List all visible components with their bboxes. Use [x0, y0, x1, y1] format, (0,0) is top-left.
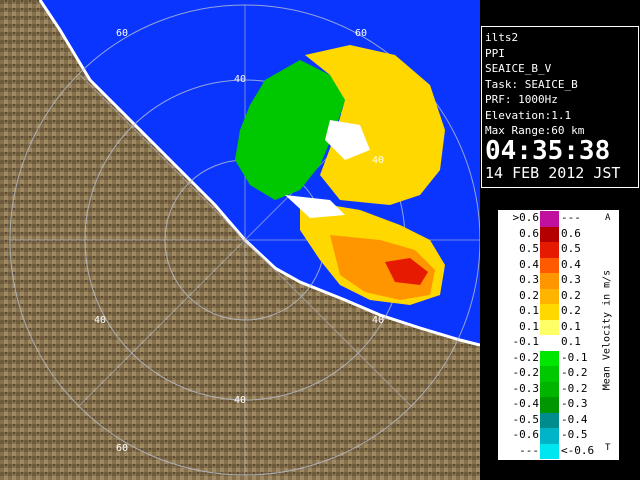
legend-value-left: -0.2 [512, 366, 540, 379]
task-name: Task: SEAICE_B [485, 77, 578, 91]
legend-row: >0.6 --- [499, 211, 618, 227]
elevation-value: Elevation:1.1 [485, 108, 572, 122]
legend-value-left: -0.3 [512, 381, 540, 395]
legend-swatch [540, 242, 559, 258]
legend-swatch [540, 381, 559, 397]
radar-ppi-display: 60 60 40 40 40 40 40 60 [0, 0, 480, 480]
legend-value-right: --- [561, 211, 581, 224]
legend-value-left: 0.6 [519, 226, 539, 240]
legend-value-left: 0.4 [519, 257, 539, 271]
legend-value-right: 0.6 [561, 226, 581, 240]
legend-swatch [540, 226, 559, 242]
legend-swatch [540, 412, 559, 428]
ring-label: 60 [116, 443, 128, 454]
ring-label: 60 [116, 28, 128, 39]
ring-label: 40 [372, 155, 384, 166]
legend-value-right: 0.5 [561, 242, 581, 255]
legend-swatch [540, 257, 559, 273]
legend-row: -0.6 -0.5 [499, 428, 618, 444]
legend-value-right: -0.4 [561, 412, 588, 426]
legend-swatch [540, 211, 559, 227]
legend-value-left: 0.3 [519, 273, 539, 286]
legend-swatch [540, 273, 559, 289]
velocity-legend: >0.6 --- 0.6 0.6 0.5 0.5 0.4 0.4 0.3 0.3 0.2 0.2 0.1… [498, 210, 619, 460]
legend-value-right: <-0.6 [561, 443, 595, 457]
legend-value-right: -0.5 [561, 428, 588, 441]
legend-value-right: -0.1 [561, 350, 588, 364]
legend-swatch [540, 304, 559, 320]
legend-title: Mean Velocity in m/s [598, 235, 616, 425]
legend-corner-bottom: T [605, 443, 611, 453]
ring-label: 60 [355, 28, 367, 39]
ring-label: 40 [372, 315, 384, 326]
legend-value-left: 0.1 [519, 304, 539, 317]
ring-label: 40 [94, 315, 106, 326]
legend-value-left: -0.2 [512, 350, 540, 364]
legend-value-right: 0.4 [561, 257, 581, 271]
legend-swatch [540, 397, 559, 413]
legend-swatch [540, 443, 559, 459]
legend-value-left: 0.1 [519, 319, 539, 333]
prf-value: PRF: 1000Hz [485, 93, 558, 106]
legend-swatch [540, 366, 559, 382]
legend-value-left: --- [519, 443, 539, 457]
legend-swatch [540, 288, 559, 304]
legend-value-right: -0.3 [561, 397, 588, 410]
legend-corner-top: A [605, 213, 611, 223]
scan-mode: PPI [485, 46, 505, 60]
legend-swatch [540, 350, 559, 366]
legend-value-left: 0.5 [519, 242, 539, 255]
radar-map: 60 60 40 40 40 40 40 60 [0, 0, 480, 480]
legend-swatch [540, 335, 559, 351]
legend-swatch [540, 428, 559, 444]
legend-title-text: Mean Velocity in m/s [601, 269, 613, 391]
legend-value-right: -0.2 [561, 366, 588, 379]
legend-value-right: 0.1 [561, 335, 581, 348]
legend-value-left: -0.5 [512, 412, 540, 426]
legend-value-right: 0.2 [561, 288, 581, 302]
info-panel: ilts2 PPI SEAICE_B_V Task: SEAICE_B PRF:… [481, 26, 639, 188]
legend-value-right: 0.2 [561, 304, 581, 317]
ring-label: 40 [234, 74, 246, 85]
station-name: ilts2 [485, 31, 519, 44]
legend-value-right: 0.3 [561, 273, 581, 286]
legend-value-left: -0.1 [512, 335, 540, 348]
scan-date: 14 FEB 2012 JST [485, 163, 621, 182]
legend-value-left: -0.4 [512, 397, 540, 410]
ring-label: 40 [234, 395, 246, 406]
legend-value-left: >0.6 [512, 211, 540, 224]
legend-value-left: 0.2 [519, 288, 539, 302]
legend-value-left: -0.6 [512, 428, 540, 441]
legend-swatch [540, 319, 559, 335]
scan-time: 04:35:38 [485, 135, 611, 166]
legend-value-right: 0.1 [561, 319, 581, 333]
scan-name: SEAICE_B_V [485, 62, 552, 75]
legend-value-right: -0.2 [561, 381, 588, 395]
legend-row: --- <-0.6 [499, 443, 618, 459]
